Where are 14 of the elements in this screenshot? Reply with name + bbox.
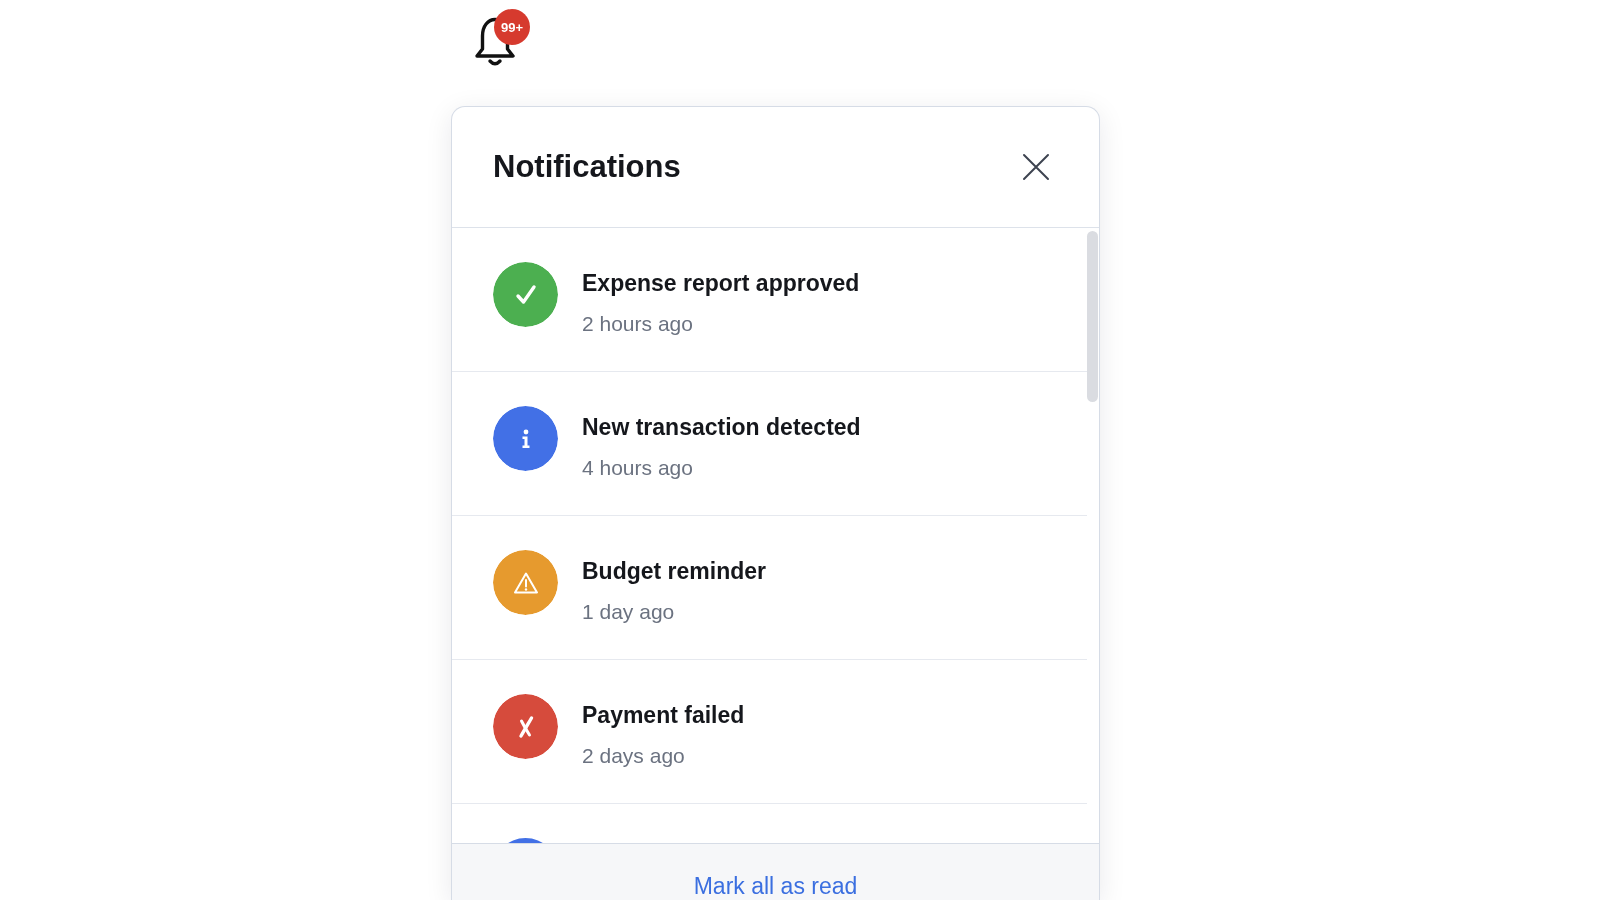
panel-title: Notifications <box>493 148 681 186</box>
notification-time: 1 day ago <box>582 599 676 625</box>
scrollbar-thumb[interactable] <box>1087 231 1098 402</box>
notification-time: 2 hours ago <box>582 311 694 337</box>
notification-title: New transaction detected <box>582 413 861 442</box>
notification-time: 2 days ago <box>582 743 686 769</box>
notification-count-badge: 99+ <box>494 9 530 45</box>
close-icon <box>1022 153 1050 181</box>
notification-time: 4 hours ago <box>582 455 694 481</box>
close-button[interactable] <box>1021 152 1051 182</box>
notification-title: Expense report approved <box>582 269 860 298</box>
mark-all-read-button[interactable]: Mark all as read <box>693 872 858 900</box>
notification-title: Payment failed <box>582 701 745 730</box>
notification-title: Budget reminder <box>582 557 767 586</box>
